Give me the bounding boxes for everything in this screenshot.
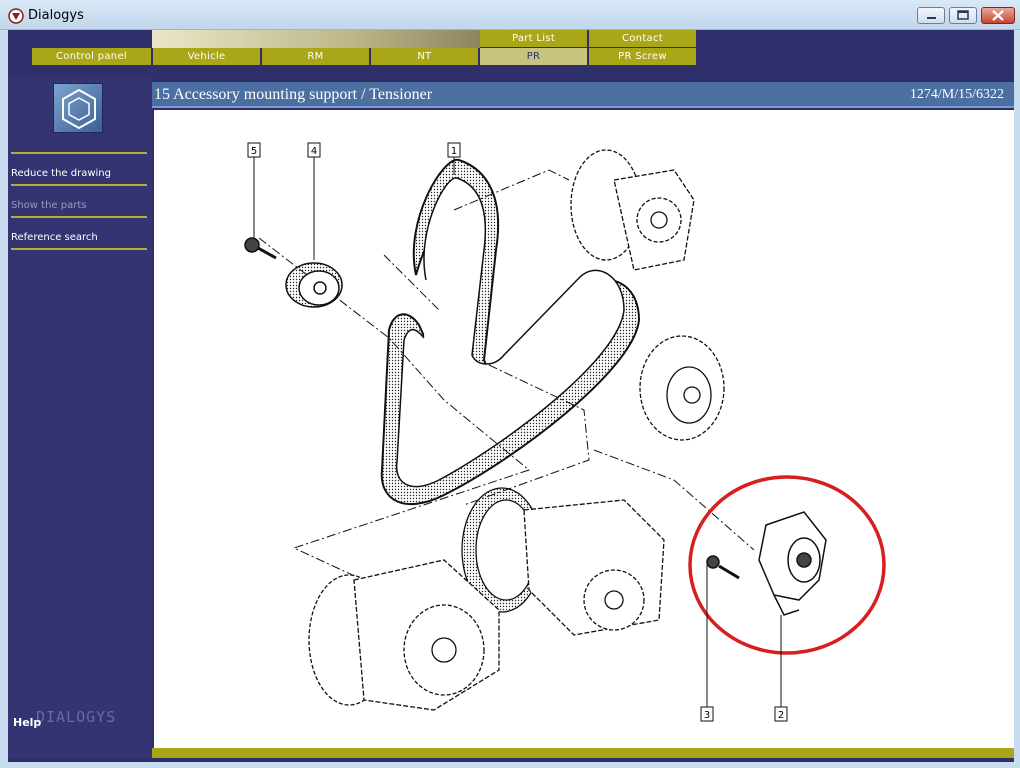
close-button[interactable] (981, 7, 1015, 24)
reference-code: 1274/M/15/6322 (909, 87, 1004, 102)
tab-contact[interactable]: Contact (589, 30, 697, 47)
callout-2[interactable]: 2 (774, 706, 788, 722)
restore-icon (957, 10, 969, 20)
sidebar-item-reduce-drawing[interactable]: Reduce the drawing (11, 168, 145, 179)
callout-3[interactable]: 3 (700, 706, 714, 722)
close-icon (992, 10, 1004, 21)
tab-nt[interactable]: NT (371, 48, 479, 65)
application-window: Dialogys Part List Contact Control panel… (0, 0, 1020, 768)
tab-vehicle[interactable]: Vehicle (153, 48, 261, 65)
sidebar-item-reference-search[interactable]: Reference search (11, 232, 145, 243)
svg-text:3: 3 (704, 710, 710, 721)
idler-bolt[interactable] (244, 237, 277, 260)
help-link[interactable]: Help (13, 716, 41, 729)
tab-rm[interactable]: RM (262, 48, 370, 65)
sidebar: Reduce the drawing Show the parts Refere… (8, 76, 152, 762)
sidebar-item-show-parts[interactable]: Show the parts (11, 200, 145, 211)
idler-pulley[interactable] (285, 262, 343, 308)
maximize-button[interactable] (949, 7, 977, 24)
footer-strip (8, 758, 1014, 762)
power-steering-pump[interactable] (570, 149, 695, 271)
app-client-area: Part List Contact Control panel Vehicle … (8, 30, 1014, 762)
sidebar-divider (11, 248, 147, 250)
tab-pr-screw[interactable]: PR Screw (589, 48, 697, 65)
tab-control-panel[interactable]: Control panel (32, 48, 152, 65)
minimize-icon (927, 17, 936, 19)
sidebar-divider (11, 152, 147, 154)
sidebar-divider (11, 216, 147, 218)
callout-1[interactable]: 1 (447, 142, 461, 158)
crankshaft-pulley[interactable] (639, 335, 725, 441)
callout-4[interactable]: 4 (307, 142, 321, 158)
app-icon (8, 8, 24, 24)
drawing-header: 15 Accessory mounting support / Tensione… (152, 82, 1014, 108)
tab-pr[interactable]: PR (480, 48, 588, 65)
brand-watermark: DIALOGYS (36, 708, 117, 726)
tab-part-list[interactable]: Part List (480, 30, 588, 47)
belt-tensioner[interactable] (758, 511, 827, 616)
parts-drawing[interactable]: 1 4 5 3 2 (154, 110, 1014, 748)
footer-bar (152, 748, 1014, 758)
sidebar-divider (11, 184, 147, 186)
minimize-button[interactable] (917, 7, 945, 24)
exploded-view-drawing: 1 4 5 3 2 (244, 142, 886, 722)
nav-decoration (152, 30, 480, 48)
title-bar: Dialogys (0, 0, 1020, 30)
svg-text:5: 5 (251, 146, 257, 157)
svg-text:4: 4 (311, 146, 317, 157)
tensioner-bolt[interactable] (706, 555, 740, 580)
logo (53, 83, 103, 133)
svg-text:1: 1 (451, 146, 457, 157)
hex-nut-icon (62, 88, 96, 130)
svg-text:2: 2 (778, 710, 784, 721)
page-title: 15 Accessory mounting support / Tensione… (154, 86, 433, 103)
window-title: Dialogys (28, 8, 84, 23)
callout-5[interactable]: 5 (247, 142, 261, 158)
